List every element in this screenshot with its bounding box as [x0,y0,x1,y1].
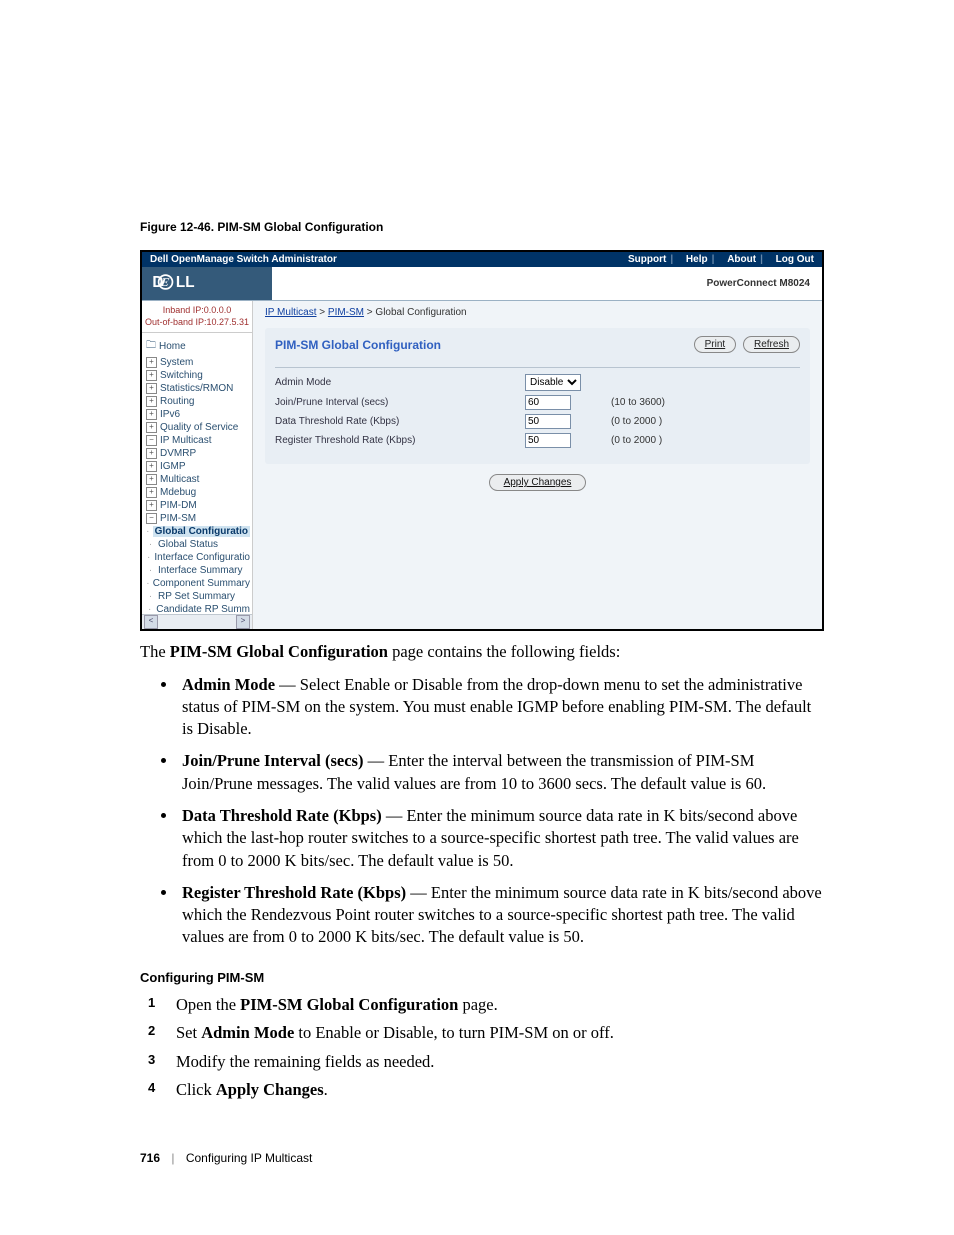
field-register-threshold: Register Threshold Rate (Kbps) (0 to 200… [275,431,800,450]
tree-pimdm[interactable]: +PIM-DM [146,499,250,512]
register-threshold-hint: (0 to 2000 ) [611,435,662,446]
breadcrumb: IP Multicast > PIM-SM > Global Configura… [265,307,810,318]
config-panel: PIM-SM Global Configuration Print Refres… [265,328,810,464]
plus-icon: + [146,422,157,433]
register-threshold-input[interactable] [525,433,571,448]
tree-multicast[interactable]: +Multicast [146,473,250,486]
plus-icon: + [146,487,157,498]
link-about[interactable]: About [727,254,756,265]
apply-changes-button[interactable]: Apply Changes [489,474,587,491]
join-prune-hint: (10 to 3600) [611,397,665,408]
product-label: PowerConnect M8024 [272,270,822,297]
tree-dvmrp[interactable]: +DVMRP [146,447,250,460]
plus-icon: + [146,448,157,459]
page-footer: 716 | Configuring IP Multicast [140,1151,824,1165]
tree-ipv6[interactable]: +IPv6 [146,408,250,421]
list-item: Admin Mode — Select Enable or Disable fr… [178,674,824,741]
tree-stats[interactable]: +Statistics/RMON [146,382,250,395]
footer-section: Configuring IP Multicast [186,1151,313,1165]
plus-icon: + [146,474,157,485]
link-logout[interactable]: Log Out [776,254,814,265]
data-threshold-input[interactable] [525,414,571,429]
tree-ipmulticast[interactable]: −IP Multicast [146,434,250,447]
print-button[interactable]: Print [694,336,737,353]
tree-rp-set[interactable]: ·RP Set Summary [146,590,250,603]
plus-icon: + [146,370,157,381]
list-item: Register Threshold Rate (Kbps) — Enter t… [178,882,824,949]
minus-icon: − [146,513,157,524]
h-scrollbar[interactable]: < > [142,614,252,629]
tree-intf-config[interactable]: ·Interface Configuratio [146,551,250,564]
field-description-list: Admin Mode — Select Enable or Disable fr… [140,674,824,949]
intro-paragraph: The PIM-SM Global Configuration page con… [140,641,824,663]
join-prune-input[interactable] [525,395,571,410]
plus-icon: + [146,383,157,394]
tree-igmp[interactable]: +IGMP [146,460,250,473]
titlebar-text: Dell OpenManage Switch Administrator [150,254,337,265]
admin-mode-select[interactable]: Disable [525,374,581,391]
plus-icon: + [146,409,157,420]
home-icon: 🗀 [146,338,156,355]
tree-system[interactable]: +System [146,356,250,369]
tree-intf-summary[interactable]: ·Interface Summary [146,564,250,577]
minus-icon: − [146,435,157,446]
screenshot-frame: Dell OpenManage Switch Administrator Sup… [140,250,824,631]
tree-routing[interactable]: +Routing [146,395,250,408]
tree-global-status[interactable]: ·Global Status [146,538,250,551]
logo-cell: D E LL [142,267,272,300]
titlebar-links: Support| Help| About| Log Out [622,254,814,265]
tree-switching[interactable]: +Switching [146,369,250,382]
ip-inband: Inband IP:0.0.0.0 [142,305,252,317]
page-title: PIM-SM Global Configuration [275,338,441,352]
register-threshold-label: Register Threshold Rate (Kbps) [275,435,525,446]
figure-caption: Figure 12-46. PIM-SM Global Configuratio… [140,220,824,234]
titlebar: Dell OpenManage Switch Administrator Sup… [142,252,822,267]
link-support[interactable]: Support [628,254,666,265]
admin-mode-label: Admin Mode [275,377,525,388]
plus-icon: + [146,357,157,368]
link-help[interactable]: Help [686,254,708,265]
list-item: Join/Prune Interval (secs) — Enter the i… [178,750,824,795]
tree-mdebug[interactable]: +Mdebug [146,486,250,499]
crumb-ip-multicast[interactable]: IP Multicast [265,307,317,318]
section-heading: Configuring PIM-SM [140,969,824,987]
separator-line [275,367,800,368]
join-prune-label: Join/Prune Interval (secs) [275,397,525,408]
step-item: Modify the remaining fields as needed. [170,1051,824,1073]
ip-outofband: Out-of-band IP:10.27.5.31 [142,317,252,329]
page-number: 716 [140,1151,160,1165]
step-item: Click Apply Changes. [170,1079,824,1101]
data-threshold-hint: (0 to 2000 ) [611,416,662,427]
brand-band: D E LL PowerConnect M8024 [142,267,822,301]
plus-icon: + [146,500,157,511]
main-panel: IP Multicast > PIM-SM > Global Configura… [253,301,822,629]
crumb-current: Global Configuration [375,307,466,318]
step-item: Set Admin Mode to Enable or Disable, to … [170,1022,824,1044]
tree-global-config[interactable]: ·Global Configuratio [146,525,250,538]
steps-list: Open the PIM-SM Global Configuration pag… [140,994,824,1101]
crumb-pim-sm[interactable]: PIM-SM [328,307,364,318]
tree-qos[interactable]: +Quality of Service [146,421,250,434]
screenshot: Dell OpenManage Switch Administrator Sup… [142,252,822,629]
scroll-right-icon[interactable]: > [236,615,250,629]
dell-logo-icon: D E LL [152,273,222,291]
sidebar: Inband IP:0.0.0.0 Out-of-band IP:10.27.5… [142,301,253,629]
tree-component-summary[interactable]: ·Component Summary [146,577,250,590]
scroll-left-icon[interactable]: < [144,615,158,629]
plus-icon: + [146,396,157,407]
field-data-threshold: Data Threshold Rate (Kbps) (0 to 2000 ) [275,412,800,431]
plus-icon: + [146,461,157,472]
field-admin-mode: Admin Mode Disable [275,372,800,393]
list-item: Data Threshold Rate (Kbps) — Enter the m… [178,805,824,872]
refresh-button[interactable]: Refresh [743,336,800,353]
data-threshold-label: Data Threshold Rate (Kbps) [275,416,525,427]
svg-text:LL: LL [176,274,195,291]
nav-tree: 🗀Home +System +Switching +Statistics/RMO… [142,333,252,629]
field-join-prune: Join/Prune Interval (secs) (10 to 3600) [275,393,800,412]
tree-pimsm[interactable]: −PIM-SM [146,512,250,525]
step-item: Open the PIM-SM Global Configuration pag… [170,994,824,1016]
tree-home[interactable]: 🗀Home [146,337,250,356]
ip-info: Inband IP:0.0.0.0 Out-of-band IP:10.27.5… [142,301,252,333]
body-text: The PIM-SM Global Configuration page con… [140,641,824,1101]
